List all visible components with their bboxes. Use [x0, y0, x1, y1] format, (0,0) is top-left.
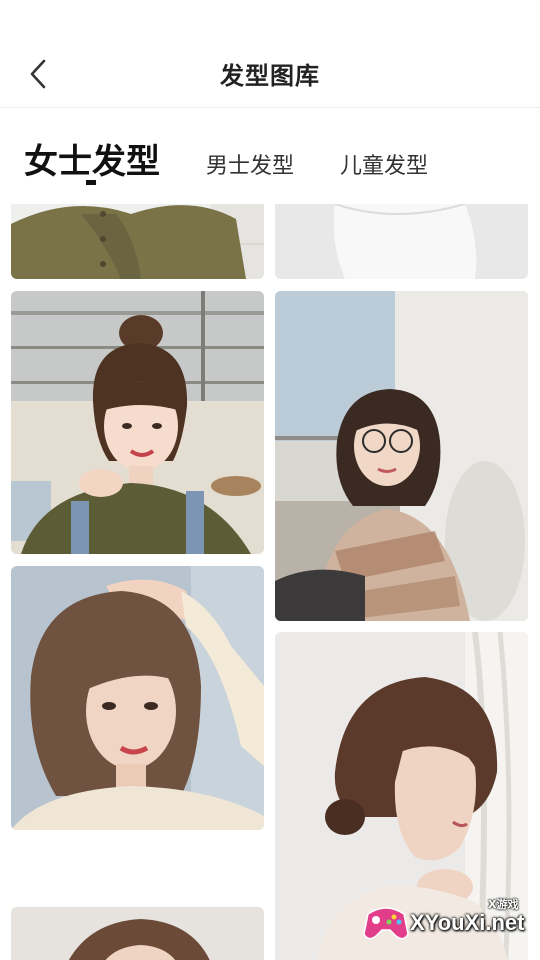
- tab-women-hairstyles[interactable]: 女士发型: [24, 134, 160, 183]
- active-tab-indicator: [86, 180, 96, 185]
- page-title: 发型图库: [220, 62, 320, 90]
- hairstyle-gallery: [0, 204, 540, 960]
- gallery-photo[interactable]: [11, 291, 264, 554]
- gamepad-logo-icon: [363, 907, 409, 940]
- gallery-photo[interactable]: [11, 566, 264, 830]
- watermark-text: XYouXi.net: [410, 910, 525, 935]
- gallery-photo[interactable]: [275, 291, 528, 621]
- app-header: 发型图库: [0, 0, 540, 108]
- tab-kids-hairstyles[interactable]: 儿童发型: [340, 148, 428, 180]
- gallery-photo[interactable]: [275, 204, 528, 279]
- tab-men-hairstyles[interactable]: 男士发型: [206, 148, 294, 180]
- gallery-photo[interactable]: [11, 204, 264, 279]
- gallery-photo[interactable]: [11, 907, 264, 960]
- site-watermark: X游戏 XYouXi.net: [362, 894, 532, 950]
- category-tabs: 女士发型 男士发型 儿童发型: [0, 108, 540, 204]
